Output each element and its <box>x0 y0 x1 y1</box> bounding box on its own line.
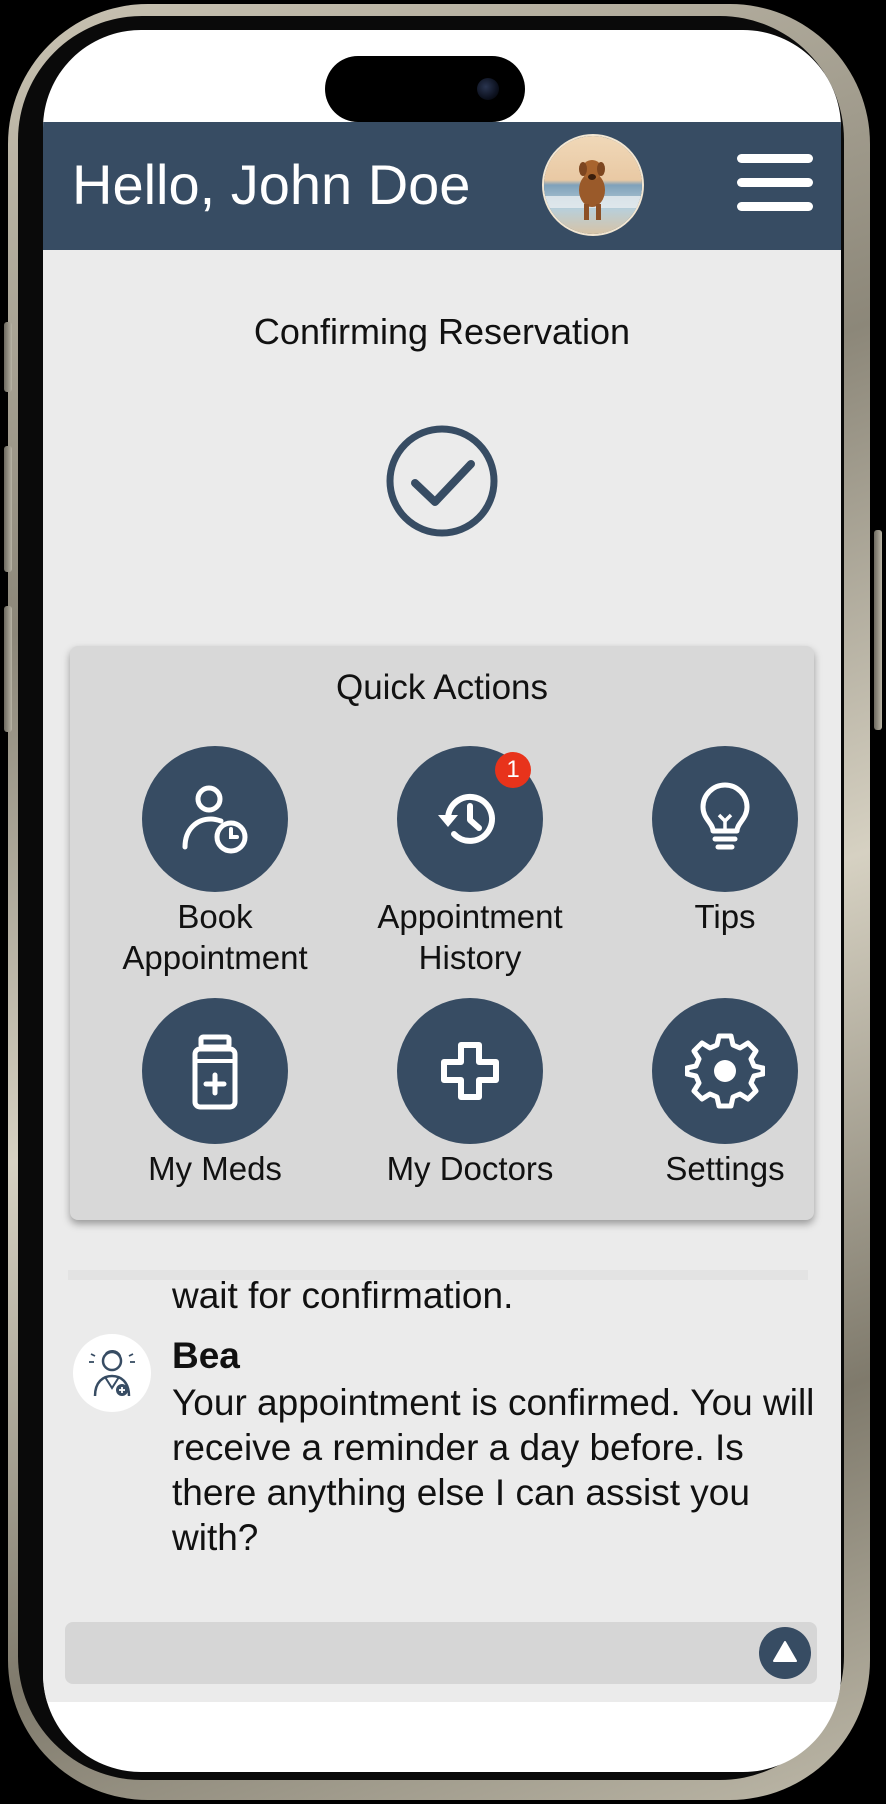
front-camera <box>477 78 499 100</box>
lightbulb-icon <box>700 782 750 850</box>
phone-screen: Hello, John Doe Confirming Reservation Q… <box>43 30 841 1772</box>
quick-action-tips[interactable]: Tips <box>610 746 840 978</box>
my-doctors-button[interactable] <box>397 998 543 1144</box>
gear-icon <box>685 1033 765 1109</box>
medicine-bottle-icon <box>192 1034 238 1110</box>
dog-photo-avatar <box>544 136 642 234</box>
book-appointment-button[interactable] <box>142 746 288 892</box>
bot-avatar <box>73 1334 151 1412</box>
my-doctors-label: My Doctors <box>386 1150 554 1187</box>
appointment-history-label-line1: Appointment <box>377 898 563 935</box>
greeting-text: Hello, John Doe <box>72 153 471 216</box>
app-root: Hello, John Doe Confirming Reservation Q… <box>43 122 841 1702</box>
send-button[interactable] <box>759 1627 811 1679</box>
quick-action-settings[interactable]: Settings <box>610 998 840 1194</box>
volume-up-button <box>4 446 12 572</box>
chat-input-field[interactable] <box>65 1622 817 1684</box>
settings-button[interactable] <box>652 998 798 1144</box>
quick-action-my-doctors[interactable]: My Doctors <box>355 998 585 1194</box>
power-button <box>874 530 882 730</box>
tips-button[interactable] <box>652 746 798 892</box>
quick-action-appointment-history[interactable]: 1 Appointment History <box>355 746 585 978</box>
user-avatar[interactable] <box>542 134 644 236</box>
page-title: Confirming Reservation <box>253 311 631 352</box>
book-appointment-label-line2: Appointment <box>122 939 308 976</box>
tips-label: Tips <box>694 898 756 935</box>
quick-action-book-appointment[interactable]: Book Appointment <box>100 746 330 978</box>
action-button <box>4 322 12 392</box>
app-header: Hello, John Doe <box>43 122 841 250</box>
send-arrow-icon <box>773 1641 797 1662</box>
previous-message-fragment: wait for confirmation. <box>172 1275 514 1316</box>
appointment-history-label-line2: History <box>418 939 522 976</box>
hamburger-menu-icon[interactable] <box>737 154 813 214</box>
my-meds-label: My Meds <box>148 1150 282 1187</box>
my-meds-button[interactable] <box>142 998 288 1144</box>
dynamic-island <box>325 56 525 122</box>
bot-message: Your appointment is confirmed. You will … <box>172 1382 815 1558</box>
quick-actions-card: Quick Actions Book Appointment 1 Appoint… <box>70 646 814 1220</box>
volume-down-button <box>4 606 12 732</box>
medical-cross-icon <box>441 1042 499 1100</box>
book-appointment-label-line1: Book <box>177 898 253 935</box>
bot-name: Bea <box>172 1335 240 1376</box>
settings-label: Settings <box>665 1150 785 1187</box>
person-clock-icon <box>182 785 248 854</box>
notification-badge: 1 <box>495 752 531 788</box>
phone-device: Hello, John Doe Confirming Reservation Q… <box>0 0 886 1804</box>
quick-action-my-meds[interactable]: My Meds <box>100 998 330 1194</box>
history-icon <box>438 793 495 844</box>
check-circle-icon <box>386 425 498 537</box>
doctor-avatar-icon <box>89 1350 135 1397</box>
quick-actions-title: Quick Actions <box>335 668 549 707</box>
